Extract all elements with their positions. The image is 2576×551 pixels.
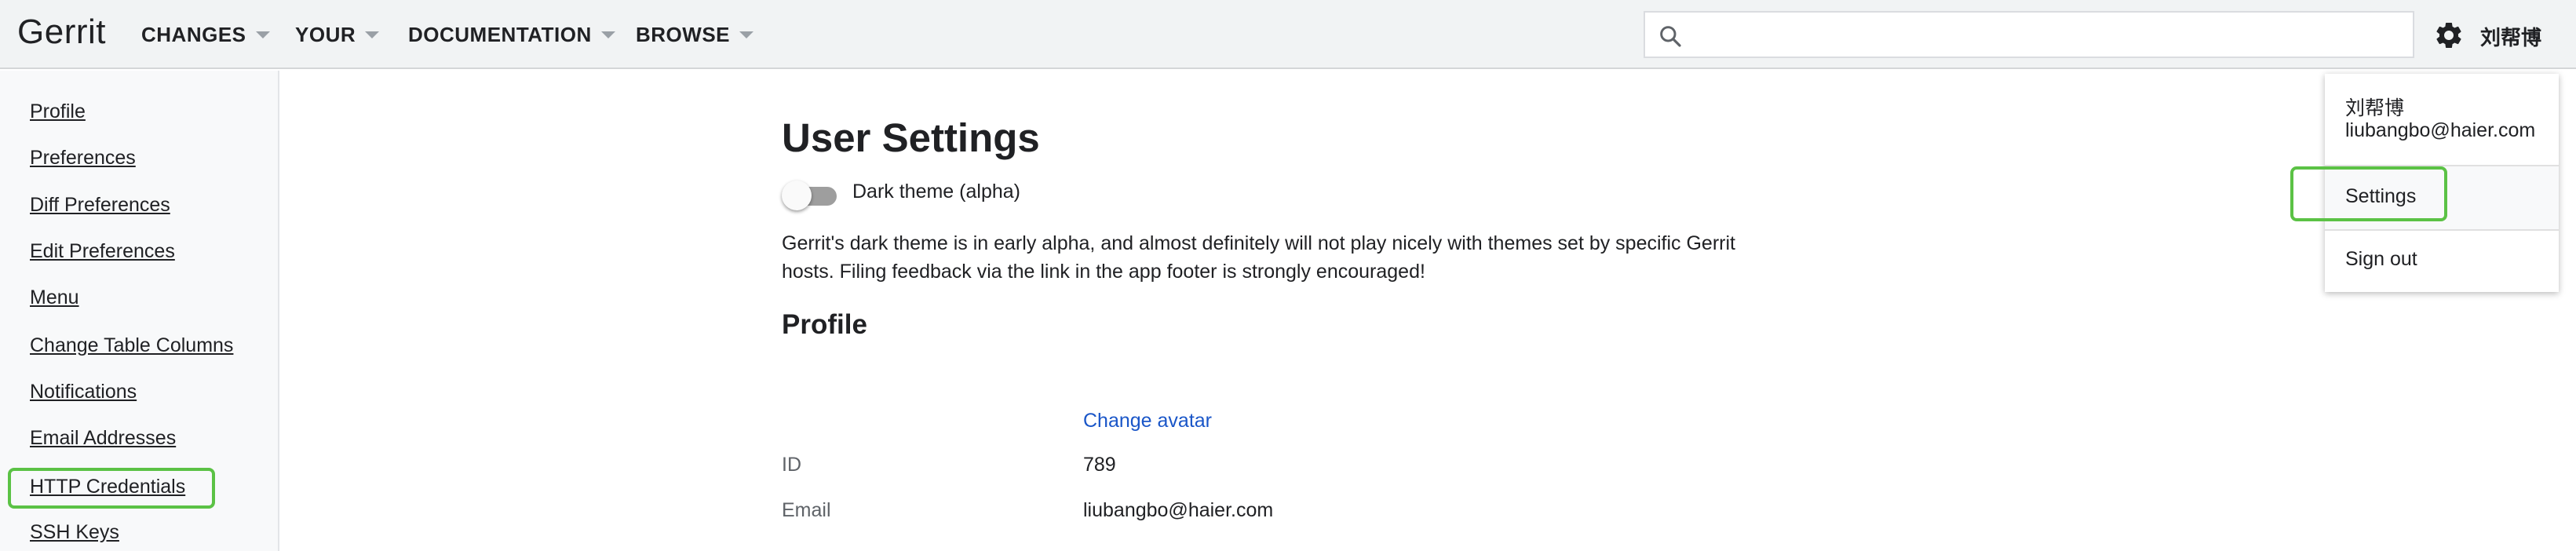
highlight-http-credentials [8,468,215,509]
dropdown-user-email: liubangbo@haier.com [2345,119,2536,141]
page-title: User Settings [782,115,1040,160]
nav-browse-label: BROWSE [636,23,730,46]
sidebar-item-ssh-keys[interactable]: SSH Keys [30,521,119,544]
nav-documentation-label: DOCUMENTATION [408,23,592,46]
sidebar-item-edit-preferences[interactable]: Edit Preferences [30,240,175,263]
chevron-down-icon [255,31,270,38]
nav-documentation[interactable]: DOCUMENTATION [408,23,615,47]
sidebar-item-preferences[interactable]: Preferences [30,147,136,170]
dark-theme-toggle[interactable] [782,179,840,210]
nav-your[interactable]: YOUR [295,23,380,47]
dropdown-item-sign-out[interactable]: Sign out [2345,248,2417,271]
search-icon [1660,26,1681,47]
chevron-down-icon [600,31,615,38]
chevron-down-icon [365,31,380,38]
account-menu-trigger[interactable]: 刘帮博 [2480,22,2541,51]
profile-heading: Profile [782,309,867,340]
chevron-down-icon [739,31,753,38]
field-value-id: 789 [1083,454,1116,476]
search-input[interactable] [1695,19,2402,50]
sidebar-item-change-table-columns[interactable]: Change Table Columns [30,334,233,357]
field-value-email: liubangbo@haier.com [1083,499,1274,521]
nav-your-label: YOUR [295,23,356,46]
top-header: Gerrit CHANGES YOUR DOCUMENTATION BROWSE… [0,0,2576,69]
search-box[interactable] [1644,11,2414,58]
nav-changes-label: CHANGES [141,23,246,46]
sidebar-item-menu[interactable]: Menu [30,286,79,309]
sidebar-item-notifications[interactable]: Notifications [30,381,137,403]
sidebar-item-profile[interactable]: Profile [30,100,86,123]
change-avatar-link[interactable]: Change avatar [1083,410,1212,432]
sidebar-item-email-addresses[interactable]: Email Addresses [30,427,176,450]
dark-theme-label: Dark theme (alpha) [852,181,1020,203]
dropdown-user-name: 刘帮博 [2345,97,2405,119]
field-label-id: ID [782,454,801,476]
highlight-settings [2290,166,2447,221]
gerrit-logo[interactable]: Gerrit [17,13,106,52]
toggle-knob [782,181,812,210]
nav-changes[interactable]: CHANGES [141,23,270,47]
gear-icon[interactable] [2433,20,2465,51]
dark-theme-description: Gerrit's dark theme is in early alpha, a… [782,232,1735,283]
field-label-email: Email [782,499,831,521]
nav-browse[interactable]: BROWSE [636,23,753,47]
divider [2325,229,2559,231]
sidebar-item-diff-preferences[interactable]: Diff Preferences [30,194,170,217]
